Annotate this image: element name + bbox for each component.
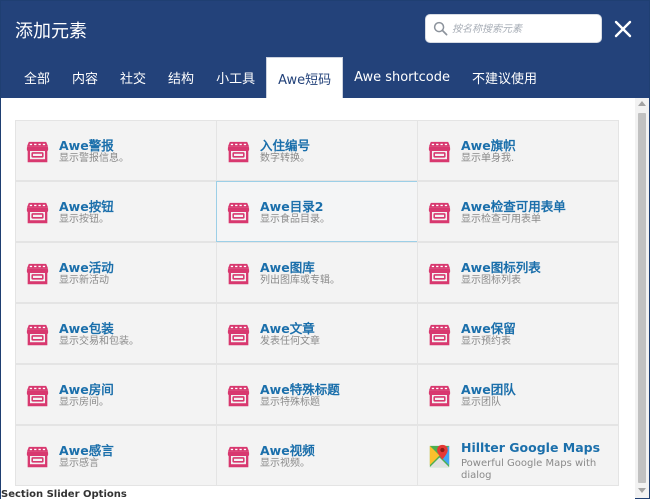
- element-card[interactable]: Awe团队 显示团队: [417, 364, 619, 425]
- close-icon[interactable]: [611, 17, 635, 41]
- store-icon: [426, 382, 453, 409]
- element-description: Powerful Google Maps with dialog: [461, 458, 597, 481]
- element-description: 显示食品目录。: [260, 214, 330, 225]
- element-card[interactable]: Awe活动 显示新活动: [15, 242, 217, 303]
- store-icon: [225, 321, 252, 348]
- element-description: 显示团队: [461, 397, 501, 408]
- element-name: Awe团队: [461, 382, 516, 397]
- element-description: 显示警报信息。: [59, 153, 129, 164]
- element-description: 列出图库或专辑。: [260, 275, 340, 286]
- store-icon: [225, 260, 252, 287]
- store-icon: [24, 443, 51, 470]
- element-card[interactable]: Awe视频 显示视频。: [216, 425, 418, 486]
- element-description: 显示新活动: [59, 275, 109, 286]
- element-card[interactable]: Awe文章 发表任何文章: [216, 303, 418, 364]
- element-name: Awe图库: [260, 260, 315, 275]
- element-card[interactable]: 入住编号 数字转换。: [216, 120, 418, 181]
- element-name: Awe警报: [59, 138, 114, 153]
- tab-all[interactable]: 全部: [13, 57, 61, 98]
- store-icon: [426, 321, 453, 348]
- scroll-up-arrow[interactable]: [638, 101, 646, 106]
- tab-social[interactable]: 社交: [109, 57, 157, 98]
- google-maps-icon: [426, 443, 453, 470]
- store-icon: [225, 382, 252, 409]
- element-description: 数字转换。: [260, 153, 310, 164]
- dialog-title: 添加元素: [15, 21, 87, 42]
- element-description: 显示感言: [59, 458, 99, 469]
- store-icon: [24, 260, 51, 287]
- element-name: 入住编号: [260, 138, 311, 153]
- store-icon: [426, 260, 453, 287]
- element-description: 显示按钮。: [59, 214, 109, 225]
- element-card[interactable]: Awe感言 显示感言: [15, 425, 217, 486]
- element-name: Awe特殊标题: [260, 382, 340, 397]
- store-icon: [24, 321, 51, 348]
- element-name: Hillter Google Maps: [461, 440, 601, 455]
- scrollbar-thumb[interactable]: [638, 113, 646, 483]
- element-name: Awe检查可用表单: [461, 199, 566, 214]
- element-name: Awe视频: [260, 443, 315, 458]
- element-name: Awe旗帜: [461, 138, 516, 153]
- element-name: Awe按钮: [59, 199, 114, 214]
- element-list: Awe警报 显示警报信息。 入住编号 数字转换。 Awe旗帜 显示单身我. Awe按钮 显示按…: [1, 98, 635, 498]
- scroll-down-arrow[interactable]: [638, 488, 646, 493]
- element-name: Awe活动: [59, 260, 114, 275]
- element-card[interactable]: Awe图标列表 显示图标列表: [417, 242, 619, 303]
- store-icon: [24, 382, 51, 409]
- element-card[interactable]: Hillter Google Maps Powerful Google Maps …: [417, 425, 619, 486]
- store-icon: [24, 138, 51, 165]
- store-icon: [24, 199, 51, 226]
- store-icon: [426, 138, 453, 165]
- element-name: Awe图标列表: [461, 260, 541, 275]
- search-input[interactable]: [452, 20, 597, 38]
- element-description: 显示视频。: [260, 458, 310, 469]
- element-description: 发表任何文章: [260, 336, 320, 347]
- store-icon: [225, 138, 252, 165]
- element-card[interactable]: Awe警报 显示警报信息。: [15, 120, 217, 181]
- element-description: 显示图标列表: [461, 275, 521, 286]
- element-description: 显示预约表: [461, 336, 511, 347]
- search-icon: [433, 21, 448, 36]
- tab-awe-shortcode[interactable]: Awe shortcode: [343, 57, 461, 98]
- tab-widgets[interactable]: 小工具: [205, 57, 266, 98]
- element-description: 显示检查可用表单: [461, 214, 541, 225]
- element-name: Awe文章: [260, 321, 315, 336]
- element-card[interactable]: Awe按钮 显示按钮。: [15, 181, 217, 242]
- element-card[interactable]: Awe目录2 显示食品目录。: [216, 181, 418, 242]
- store-icon: [225, 199, 252, 226]
- element-name: Awe感言: [59, 443, 114, 458]
- add-element-dialog: 添加元素 全部 内容 社交 结构 小工具 Awe短码 Awe shortcode…: [0, 0, 650, 499]
- element-card[interactable]: Awe旗帜 显示单身我.: [417, 120, 619, 181]
- element-description: 显示特殊标题: [260, 397, 320, 408]
- underlay-page: Section Slider Options: [1, 489, 635, 499]
- element-card[interactable]: Awe房间 显示房间。: [15, 364, 217, 425]
- element-name: Awe保留: [461, 321, 516, 336]
- element-card[interactable]: Awe保留 显示预约表: [417, 303, 619, 364]
- search-box[interactable]: [425, 14, 602, 43]
- category-tabs: 全部 内容 社交 结构 小工具 Awe短码 Awe shortcode 不建议使…: [13, 57, 548, 98]
- element-description: 显示单身我.: [461, 153, 515, 164]
- element-description: 显示交易和包装。: [59, 336, 139, 347]
- element-name: Awe房间: [59, 382, 114, 397]
- tab-structure[interactable]: 结构: [157, 57, 205, 98]
- store-icon: [225, 443, 252, 470]
- dialog-header: 添加元素 全部 内容 社交 结构 小工具 Awe短码 Awe shortcode…: [1, 1, 649, 98]
- tab-deprecated[interactable]: 不建议使用: [461, 57, 548, 98]
- tab-awe-shortcodes[interactable]: Awe短码: [266, 57, 344, 98]
- element-name: Awe包装: [59, 321, 114, 336]
- element-card[interactable]: Awe图库 列出图库或专辑。: [216, 242, 418, 303]
- element-description: 显示房间。: [59, 397, 109, 408]
- element-card[interactable]: Awe包装 显示交易和包装。: [15, 303, 217, 364]
- store-icon: [426, 199, 453, 226]
- element-card[interactable]: Awe特殊标题 显示特殊标题: [216, 364, 418, 425]
- underlay-section-label: Section Slider Options: [1, 489, 127, 499]
- element-name: Awe目录2: [260, 199, 324, 214]
- element-card[interactable]: Awe检查可用表单 显示检查可用表单: [417, 181, 619, 242]
- tab-content[interactable]: 内容: [61, 57, 109, 98]
